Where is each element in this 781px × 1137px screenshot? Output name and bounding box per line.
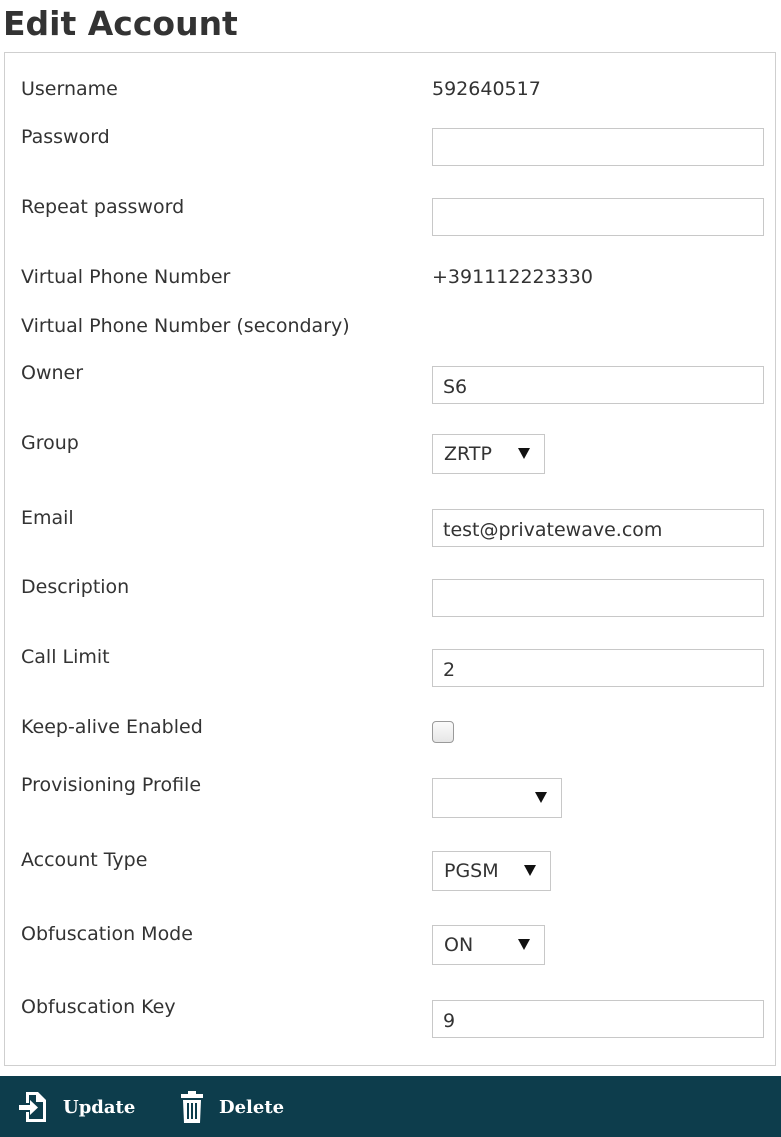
obfuscation-key-label: Obfuscation Key <box>21 996 176 1018</box>
repeat-password-label: Repeat password <box>21 196 185 218</box>
call-limit-field[interactable] <box>432 649 764 687</box>
account-type-selected-value: PGSM <box>444 860 499 882</box>
keep-alive-checkbox[interactable] <box>432 721 454 743</box>
obfuscation-mode-select[interactable]: ON <box>432 925 545 965</box>
sign-in-icon <box>18 1091 48 1123</box>
provisioning-profile-label: Provisioning Profile <box>21 774 202 796</box>
account-type-select[interactable]: PGSM <box>432 851 551 891</box>
email-label: Email <box>21 507 74 529</box>
page-title: Edit Account <box>3 4 238 43</box>
obfuscation-mode-selected-value: ON <box>444 934 474 956</box>
call-limit-label: Call Limit <box>21 646 110 668</box>
update-button[interactable]: Update <box>18 1090 135 1124</box>
obfuscation-key-field[interactable] <box>432 1000 764 1038</box>
obfuscation-mode-label: Obfuscation Mode <box>21 923 193 945</box>
group-label: Group <box>21 432 79 454</box>
group-select[interactable]: ZRTP <box>432 434 545 474</box>
delete-label: Delete <box>219 1096 285 1118</box>
delete-button[interactable]: Delete <box>180 1090 284 1124</box>
username-value: 592640517 <box>432 78 541 100</box>
dropdown-arrow-icon <box>535 792 547 803</box>
username-label: Username <box>21 78 118 100</box>
group-selected-value: ZRTP <box>444 443 492 465</box>
action-toolbar: Update Delete <box>0 1076 781 1137</box>
description-field[interactable] <box>432 579 764 617</box>
virtual-phone-value: +391112223330 <box>432 266 593 288</box>
password-field[interactable] <box>432 128 764 166</box>
trash-icon <box>180 1090 204 1124</box>
dropdown-arrow-icon <box>524 865 536 876</box>
owner-label: Owner <box>21 362 84 384</box>
dropdown-arrow-icon <box>518 939 530 950</box>
provisioning-profile-select[interactable] <box>432 778 562 818</box>
email-field[interactable] <box>432 509 764 547</box>
account-type-label: Account Type <box>21 849 148 871</box>
description-label: Description <box>21 576 130 598</box>
update-label: Update <box>63 1096 136 1118</box>
virtual-phone-label: Virtual Phone Number <box>21 266 231 288</box>
repeat-password-field[interactable] <box>432 198 764 236</box>
virtual-phone-secondary-label: Virtual Phone Number (secondary) <box>21 315 350 337</box>
dropdown-arrow-icon <box>518 448 530 459</box>
keep-alive-label: Keep-alive Enabled <box>21 716 203 738</box>
owner-field[interactable] <box>432 366 764 404</box>
password-label: Password <box>21 126 110 148</box>
